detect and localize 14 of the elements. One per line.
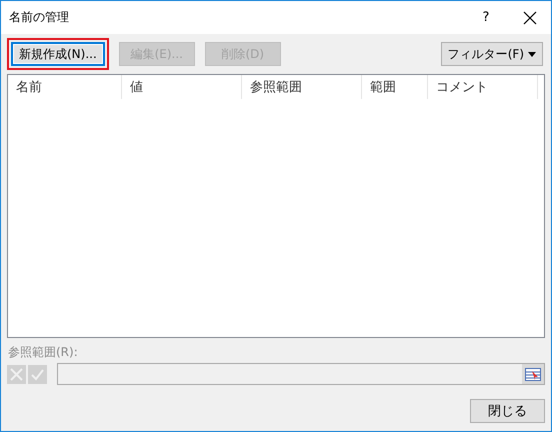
reference-label: 参照範囲(R): [7, 344, 79, 361]
window-title: 名前の管理 [9, 9, 70, 26]
help-button[interactable]: ? [471, 10, 501, 25]
column-header[interactable]: 値 [122, 75, 242, 99]
column-header[interactable]: 参照範囲 [242, 75, 362, 99]
column-header[interactable]: 範囲 [362, 75, 428, 99]
column-header[interactable]: コメント [428, 75, 538, 99]
close-button[interactable]: 閉じる [470, 399, 545, 423]
toolbar-button[interactable]: 新規作成(N)... [11, 42, 105, 66]
range-picker-icon[interactable] [522, 364, 544, 384]
caret-icon [528, 52, 536, 56]
reference-field[interactable] [57, 363, 545, 385]
filter-button[interactable]: フィルター(F) [440, 42, 543, 66]
column-header[interactable]: 名前 [8, 75, 122, 99]
